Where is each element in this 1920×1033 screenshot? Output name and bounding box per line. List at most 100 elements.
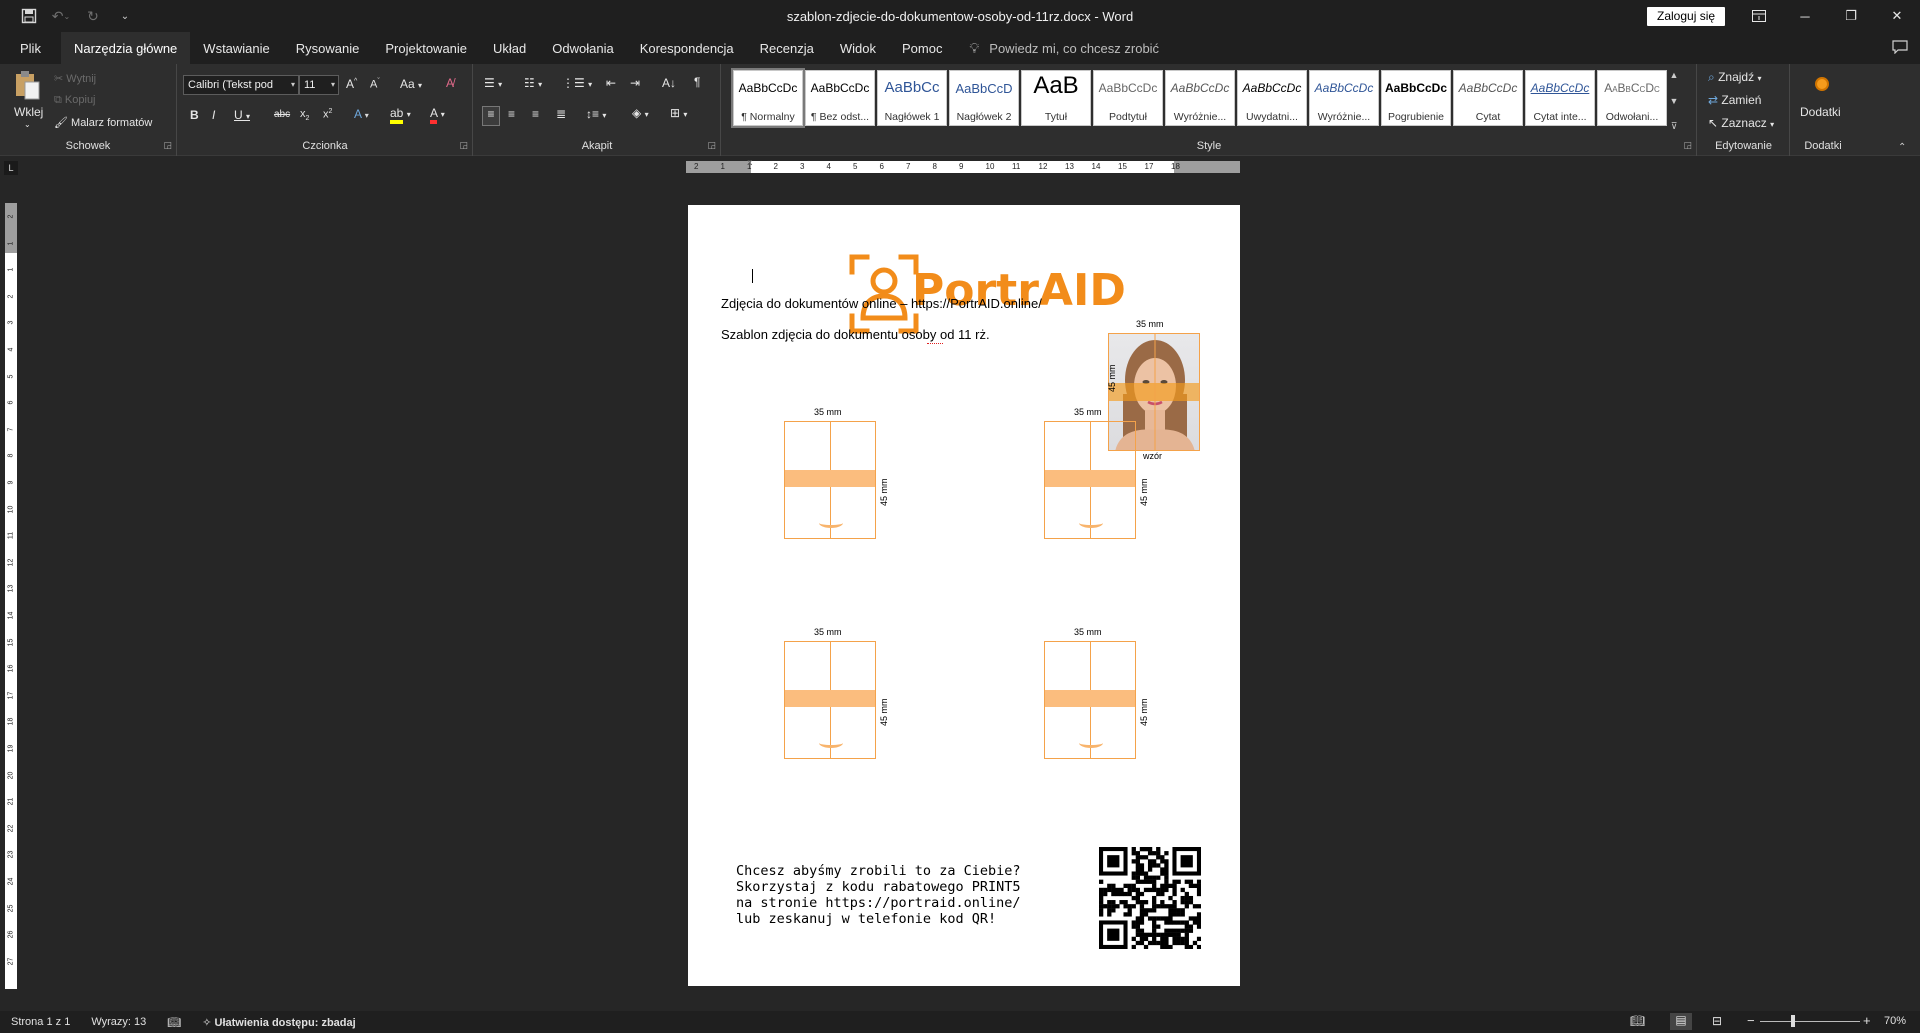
find-button[interactable]: ⌕ Znajdź ▾ — [1708, 70, 1761, 85]
style-title[interactable]: AaB Tytuł — [1021, 70, 1091, 126]
undo-icon[interactable]: ↶ ⌄ — [50, 5, 72, 27]
style-intense-quote[interactable]: AaBbCcDc Cytat inte... — [1525, 70, 1595, 126]
tab-help[interactable]: Pomoc — [889, 32, 955, 64]
shrink-font-icon[interactable]: Aˇ — [370, 78, 380, 91]
bold-icon[interactable]: B — [190, 108, 199, 122]
tab-insert[interactable]: Wstawianie — [190, 32, 282, 64]
cut-button[interactable]: ✂ Wytnij — [54, 72, 96, 85]
shading-icon[interactable]: ◈ ▾ — [632, 106, 649, 120]
font-color-icon[interactable]: A ▾ — [430, 106, 445, 124]
format-painter-button[interactable]: 🖌︎ Malarz formatów — [54, 116, 152, 129]
accessibility-button[interactable]: ✧ Ułatwienia dostępu: zbadaj — [202, 1016, 355, 1029]
tab-selector[interactable]: L — [4, 161, 18, 175]
multilevel-list-icon[interactable]: ⋮☰ ▾ — [562, 76, 592, 90]
signin-button[interactable]: Zaloguj się — [1647, 7, 1726, 26]
align-center-icon[interactable]: ≡ — [508, 107, 515, 121]
copy-button[interactable]: ⧉ Kopiuj — [54, 94, 96, 107]
word-count[interactable]: Wyrazy: 13 — [91, 1016, 146, 1028]
zoom-out-icon[interactable]: − — [1747, 1013, 1755, 1028]
style-subtle-reference[interactable]: AaBbCcDc Odwołani... — [1597, 70, 1667, 126]
decrease-indent-icon[interactable]: ⇤ — [606, 76, 616, 90]
zoom-slider-thumb[interactable] — [1791, 1015, 1795, 1027]
justify-icon[interactable]: ≣ — [556, 107, 566, 121]
styles-gallery-scroll[interactable]: ▲ ▼ ⊽ — [1667, 70, 1681, 132]
tab-references[interactable]: Odwołania — [539, 32, 626, 64]
restore-icon[interactable]: ❐ — [1828, 0, 1874, 32]
show-formatting-icon[interactable]: ¶ — [694, 75, 700, 89]
bullets-icon[interactable]: ☰ ▾ — [484, 76, 502, 90]
highlight-icon[interactable]: ab ▾ — [390, 106, 411, 124]
zoom-level[interactable]: 70% — [1884, 1015, 1906, 1027]
style-emphasis[interactable]: AaBbCcDc Uwydatni... — [1237, 70, 1307, 126]
numbering-icon[interactable]: ☷ ▾ — [524, 76, 542, 90]
grow-font-icon[interactable]: A^ — [346, 77, 357, 91]
addins-icon[interactable] — [1815, 77, 1829, 91]
proofing-icon[interactable]: 📖︎ — [167, 1016, 181, 1029]
tell-me-box[interactable]: 💡︎ Powiedz mi, co chcesz zrobić — [969, 40, 1159, 57]
line-spacing-icon[interactable]: ↕≡ ▾ — [586, 107, 606, 121]
paste-dropdown-icon[interactable]: ⌄ — [24, 120, 31, 129]
chevron-up-icon[interactable]: ▲ — [1670, 70, 1679, 80]
ribbon-display-options-icon[interactable] — [1736, 0, 1782, 32]
styles-launcher-icon[interactable]: ◲ — [1683, 140, 1692, 151]
paragraph-launcher-icon[interactable]: ◲ — [707, 140, 716, 151]
underline-icon[interactable]: U ▾ — [234, 108, 250, 122]
strikethrough-icon[interactable]: abc — [274, 109, 290, 120]
font-name-combo[interactable]: Calibri (Tekst pod ▾ — [183, 75, 299, 95]
paste-label[interactable]: Wklej — [14, 105, 43, 119]
italic-icon[interactable]: I — [212, 108, 215, 122]
font-launcher-icon[interactable]: ◲ — [459, 140, 468, 151]
web-layout-icon[interactable]: ⊟ — [1712, 1014, 1722, 1028]
style-quote[interactable]: AaBbCcDc Cytat — [1453, 70, 1523, 126]
horizontal-ruler[interactable]: 2 1 1 2 3 4 5 6 7 8 9 10 11 12 13 14 15 17 18 ⧖ — [686, 158, 1240, 173]
redo-icon[interactable]: ↻ — [82, 5, 104, 27]
vertical-ruler[interactable]: 2 1 1 2 3 4 5 6 7 8 9 10 11 12 13 14 15 16 17 18 19 20 21 22 23 2… — [5, 203, 17, 989]
text-effects-icon[interactable]: A ▾ — [354, 107, 369, 121]
style-intense-emphasis[interactable]: AaBbCcDc Wyróżnie... — [1309, 70, 1379, 126]
addins-button[interactable]: Dodatki — [1800, 105, 1841, 119]
subscript-icon[interactable]: x2 — [300, 108, 309, 122]
font-size-combo[interactable]: 11 ▾ — [299, 75, 339, 95]
close-icon[interactable]: ✕ — [1874, 0, 1920, 32]
replace-button[interactable]: ⇄ Zamień — [1708, 93, 1761, 107]
tab-layout[interactable]: Układ — [480, 32, 539, 64]
sort-icon[interactable]: A↓ — [662, 76, 676, 90]
tab-design[interactable]: Projektowanie — [372, 32, 480, 64]
style-subtle-emphasis[interactable]: AaBbCcDc Wyróżnie... — [1165, 70, 1235, 126]
save-icon[interactable] — [18, 5, 40, 27]
tab-mailings[interactable]: Korespondencja — [627, 32, 747, 64]
paste-icon[interactable] — [12, 70, 42, 100]
align-right-icon[interactable]: ≡ — [532, 107, 539, 121]
zoom-slider[interactable] — [1760, 1021, 1860, 1022]
customize-qat-icon[interactable]: ⌄ — [114, 5, 136, 27]
borders-icon[interactable]: ⊞ ▾ — [670, 106, 687, 120]
more-styles-icon[interactable]: ⊽ — [1671, 121, 1678, 132]
change-case-icon[interactable]: Aa ▾ — [400, 77, 422, 91]
clipboard-launcher-icon[interactable]: ◲ — [163, 140, 172, 151]
zoom-in-icon[interactable]: + — [1863, 1013, 1871, 1028]
minimize-icon[interactable]: ─ — [1782, 0, 1828, 32]
style-strong[interactable]: AaBbCcDc Pogrubienie — [1381, 70, 1451, 126]
page-count[interactable]: Strona 1 z 1 — [11, 1016, 70, 1028]
align-left-icon[interactable]: ≡ — [482, 106, 500, 126]
document-page[interactable]: PortrAID Zdjęcia do dokumentów online – … — [688, 205, 1240, 986]
tab-review[interactable]: Recenzja — [747, 32, 827, 64]
indent-marker-icon[interactable]: ⧖ — [747, 158, 753, 168]
chevron-down-icon[interactable]: ▼ — [1670, 96, 1679, 106]
collapse-ribbon-icon[interactable]: ⌃ — [1898, 142, 1906, 153]
style-subtitle[interactable]: AaBbCcDc Podtytuł — [1093, 70, 1163, 126]
increase-indent-icon[interactable]: ⇥ — [630, 76, 640, 90]
tab-file[interactable]: Plik — [0, 32, 61, 64]
tab-home[interactable]: Narzędzia główne — [60, 32, 191, 64]
select-button[interactable]: ↖ Zaznacz ▾ — [1708, 116, 1774, 130]
tab-draw[interactable]: Rysowanie — [283, 32, 373, 64]
clear-formatting-icon[interactable]: A̸ — [446, 76, 454, 90]
tab-view[interactable]: Widok — [827, 32, 889, 64]
style-heading-2[interactable]: AaBbCcD Nagłówek 2 — [949, 70, 1019, 126]
superscript-icon[interactable]: x2 — [323, 108, 332, 121]
comments-icon[interactable] — [1892, 40, 1908, 58]
read-mode-icon[interactable]: 📖︎ — [1630, 1014, 1645, 1028]
style-normal[interactable]: AaBbCcDc ¶ Normalny — [731, 68, 805, 128]
style-heading-1[interactable]: AaBbCc Nagłówek 1 — [877, 70, 947, 126]
print-layout-icon[interactable]: ▤ — [1670, 1013, 1692, 1030]
